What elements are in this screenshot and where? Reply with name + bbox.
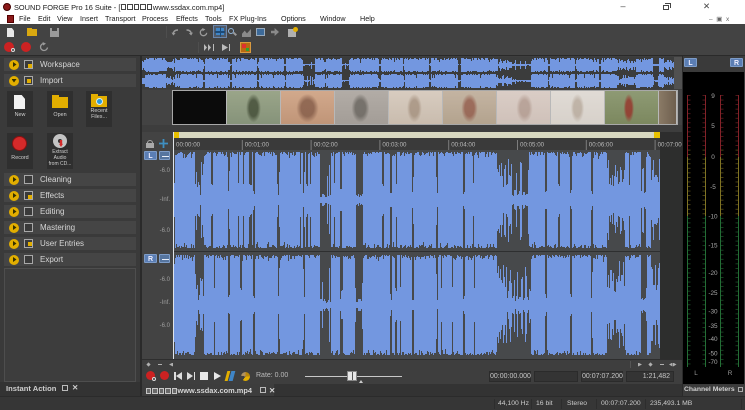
- svg-text:-10: -10: [708, 214, 718, 221]
- svg-text:L: L: [694, 370, 698, 377]
- svg-text:-5: -5: [710, 184, 716, 191]
- svg-text:-70: -70: [708, 359, 718, 366]
- svg-text:-25: -25: [708, 290, 718, 297]
- svg-text:-30: -30: [708, 309, 718, 316]
- svg-text:5: 5: [711, 123, 715, 130]
- svg-text:-35: -35: [708, 323, 718, 330]
- svg-text:-40: -40: [708, 336, 718, 343]
- svg-text:0: 0: [711, 154, 715, 161]
- svg-text:R: R: [728, 370, 733, 377]
- svg-text:9: 9: [711, 93, 715, 100]
- svg-text:-15: -15: [708, 243, 718, 250]
- svg-text:-20: -20: [708, 270, 718, 277]
- svg-text:-50: -50: [708, 351, 718, 358]
